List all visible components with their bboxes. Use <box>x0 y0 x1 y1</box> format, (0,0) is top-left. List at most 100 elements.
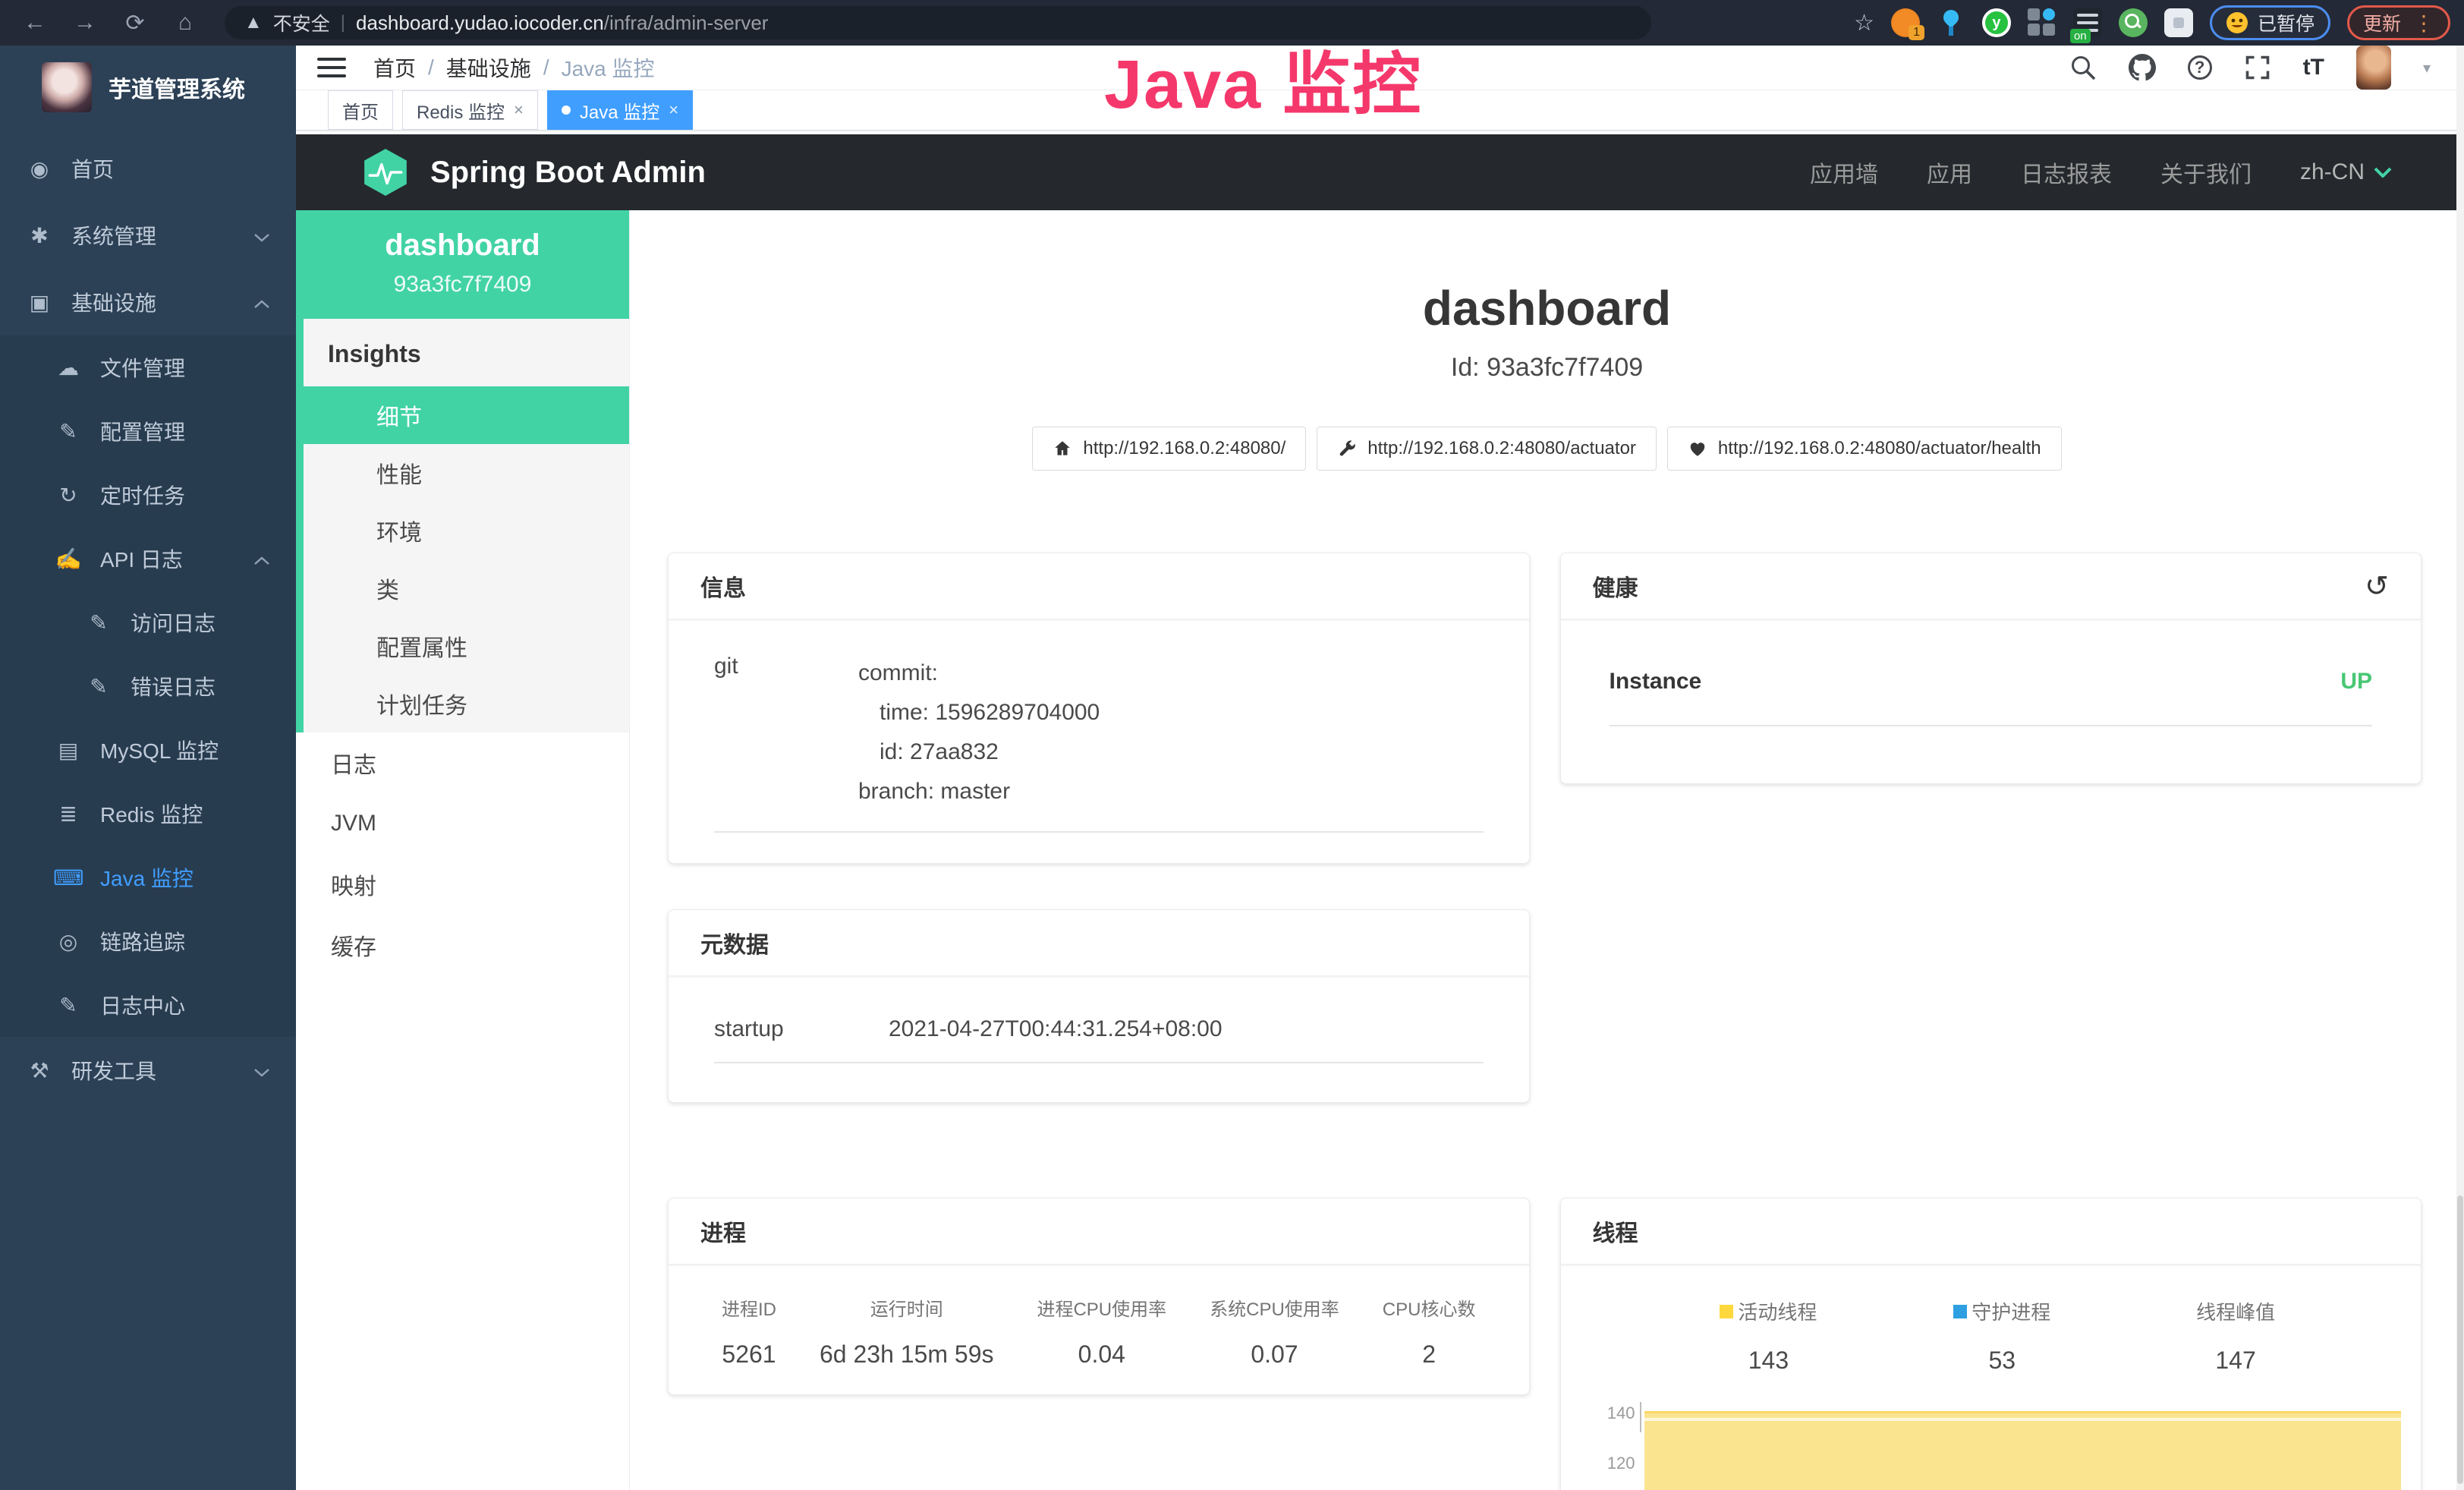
divider <box>714 831 1484 833</box>
github-icon[interactable] <box>2129 54 2156 81</box>
breadcrumb-infrastructure[interactable]: 基础设施 <box>446 52 531 83</box>
sba-nav-about[interactable]: 关于我们 <box>2160 156 2252 189</box>
close-icon[interactable]: × <box>669 100 678 120</box>
history-icon[interactable]: ↺ <box>2365 569 2389 603</box>
home-icon[interactable]: ⌂ <box>164 10 206 36</box>
sba-item-caches[interactable]: 缓存 <box>296 915 629 975</box>
forward-icon[interactable]: → <box>64 10 106 36</box>
font-size-icon[interactable]: tT <box>2303 55 2324 80</box>
y-tick-140: 140 <box>1597 1403 1635 1423</box>
breadcrumb: 首页 / 基础设施 / Java 监控 <box>373 52 655 83</box>
paused-label: 已暂停 <box>2258 9 2315 36</box>
tab-home[interactable]: 首页 <box>328 90 393 130</box>
app-logo-row[interactable]: 芋道管理系统 <box>0 46 296 135</box>
sidebar-item-access-logs[interactable]: ✎ 访问日志 <box>0 591 296 654</box>
sba-item-environment[interactable]: 环境 <box>304 502 629 559</box>
sba-item-mappings[interactable]: 映射 <box>296 854 629 915</box>
sba-nav-applications[interactable]: 应用 <box>1927 156 1972 189</box>
sba-item-classes[interactable]: 类 <box>304 559 629 617</box>
sidebar-item-config-management[interactable]: ✎ 配置管理 <box>0 399 296 463</box>
scrollbar-thumb[interactable] <box>2457 1195 2463 1484</box>
startup-label: startup <box>714 1016 889 1042</box>
threads-card-title: 线程 <box>1593 1214 1638 1248</box>
git-label: git <box>714 654 858 811</box>
sba-brand-title: Spring Boot Admin <box>430 156 706 190</box>
daemon-threads-swatch <box>1953 1305 1967 1318</box>
startup-value: 2021-04-27T00:44:31.254+08:00 <box>889 1016 1223 1042</box>
heart-icon <box>1688 439 1707 458</box>
log-center-icon: ✎ <box>53 993 83 1018</box>
browser-actions: ☆ 1 y on 已暂停 更新 ⋮ <box>1854 5 2450 40</box>
extension-list-icon[interactable]: on <box>2073 8 2102 37</box>
home-icon: ◉ <box>24 156 55 181</box>
extension-magnifier-icon[interactable] <box>2119 8 2148 37</box>
back-icon[interactable]: ← <box>14 10 56 36</box>
user-avatar[interactable] <box>2356 46 2391 90</box>
sba-logo-icon <box>360 147 411 197</box>
process-pid: 进程ID 5261 <box>722 1294 776 1369</box>
sba-item-details[interactable]: 细节 <box>296 386 629 444</box>
avatar-caret-icon[interactable]: ▾ <box>2423 58 2431 77</box>
instance-actuator-link[interactable]: http://192.168.0.2:48080/actuator <box>1317 427 1657 471</box>
help-icon[interactable]: ? <box>2188 55 2212 80</box>
fullscreen-icon[interactable] <box>2244 54 2271 81</box>
page-scrollbar[interactable] <box>2456 46 2464 1490</box>
cloud-upload-icon: ☁ <box>53 355 83 380</box>
address-bar[interactable]: ▲ 不安全 | dashboard.yudao.iocoder.cn/infra… <box>225 6 1651 39</box>
update-browser-button[interactable]: 更新 ⋮ <box>2347 5 2450 40</box>
sba-item-jvm[interactable]: JVM <box>296 793 629 854</box>
sba-item-logs[interactable]: 日志 <box>296 732 629 793</box>
sba-item-metrics[interactable]: 性能 <box>304 444 629 502</box>
sidebar-item-error-logs[interactable]: ✎ 错误日志 <box>0 654 296 718</box>
app-title: 芋道管理系统 <box>109 71 245 104</box>
instance-health-link[interactable]: http://192.168.0.2:48080/actuator/health <box>1667 427 2062 471</box>
extension-badge: 1 <box>1909 25 1924 40</box>
close-icon[interactable]: × <box>514 100 524 120</box>
sba-item-config-props[interactable]: 配置属性 <box>304 617 629 675</box>
sidebar-item-api-logs[interactable]: ✍ API 日志 <box>0 527 296 591</box>
bookmark-star-icon[interactable]: ☆ <box>1854 10 1874 36</box>
sidebar-item-redis-monitor[interactable]: ≣ Redis 监控 <box>0 782 296 846</box>
process-uptime: 运行时间 6d 23h 15m 59s <box>820 1294 994 1369</box>
tab-redis-monitor[interactable]: Redis 监控 × <box>402 90 538 130</box>
sba-locale-select[interactable]: zh-CN <box>2300 159 2392 185</box>
home-icon <box>1053 439 1072 458</box>
sidebar-item-system[interactable]: ✱ 系统管理 <box>0 202 296 269</box>
sba-item-scheduled[interactable]: 计划任务 <box>304 675 629 732</box>
profile-paused-chip[interactable]: 已暂停 <box>2210 5 2330 40</box>
threads-legend: 活动线程 143 守护进程 53 线程峰值 <box>1561 1265 2422 1375</box>
reload-icon[interactable]: ⟳ <box>114 10 156 36</box>
sba-nav-journal[interactable]: 日志报表 <box>2021 156 2112 189</box>
daemon-threads: 守护进程 53 <box>1885 1297 2119 1375</box>
extension-y-icon[interactable]: y <box>1982 8 2011 37</box>
breadcrumb-current: Java 监控 <box>562 52 655 83</box>
extension-grid-icon[interactable] <box>2028 8 2056 37</box>
sba-nav-wallboard[interactable]: 应用墙 <box>1810 156 1878 189</box>
sidebar-item-tracing[interactable]: ◎ 链路追踪 <box>0 909 296 973</box>
extension-pin-icon[interactable] <box>1937 8 1965 37</box>
sba-sidebar: dashboard 93a3fc7f7409 Insights 细节 性能 环境… <box>296 210 630 1490</box>
extensions-puzzle-icon[interactable] <box>2164 8 2193 37</box>
sidebar-item-log-center[interactable]: ✎ 日志中心 <box>0 973 296 1037</box>
peak-threads: 线程峰值 147 <box>2119 1297 2352 1375</box>
sidebar-item-dev-tools[interactable]: ⚒ 研发工具 <box>0 1037 296 1104</box>
breadcrumb-home[interactable]: 首页 <box>373 52 416 83</box>
y-axis <box>1640 1402 1641 1432</box>
sba-active-app[interactable]: dashboard 93a3fc7f7409 <box>296 210 629 319</box>
sidebar-item-home[interactable]: ◉ 首页 <box>0 135 296 202</box>
instance-home-link[interactable]: http://192.168.0.2:48080/ <box>1032 427 1306 471</box>
live-threads-swatch <box>1720 1305 1733 1318</box>
sba-content: dashboard Id: 93a3fc7f7409 http://192.16… <box>630 210 2464 1490</box>
sidebar-item-infrastructure[interactable]: ▣ 基础设施 <box>0 269 296 335</box>
page-title: dashboard <box>630 280 2464 336</box>
collapse-sidebar-icon[interactable] <box>317 58 346 77</box>
tab-java-monitor[interactable]: Java 监控 × <box>547 90 693 130</box>
sidebar-item-mysql-monitor[interactable]: ▤ MySQL 监控 <box>0 718 296 782</box>
app-logo-image <box>42 62 92 112</box>
browser-menu-icon[interactable]: ⋮ <box>2413 11 2434 36</box>
search-icon[interactable] <box>2069 54 2097 81</box>
sidebar-item-file-management[interactable]: ☁ 文件管理 <box>0 335 296 399</box>
sidebar-item-scheduled-tasks[interactable]: ↻ 定时任务 <box>0 463 296 527</box>
sidebar-item-java-monitor[interactable]: ⌨ Java 监控 <box>0 846 296 909</box>
extension-colorzilla-icon[interactable]: 1 <box>1891 8 1920 37</box>
